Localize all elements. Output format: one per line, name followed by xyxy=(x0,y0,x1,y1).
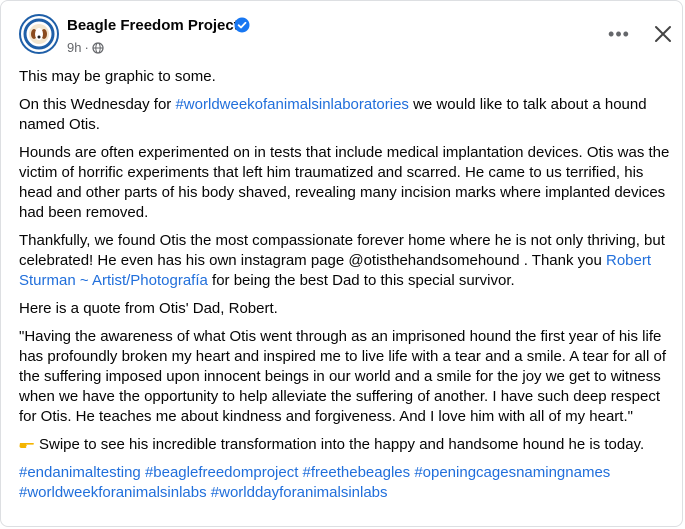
post-meta: 9h · xyxy=(67,40,104,55)
timestamp[interactable]: 9h xyxy=(67,40,81,55)
hashtag-link[interactable]: #freethebeagles xyxy=(303,464,411,481)
paragraph-2: On this Wednesday for #worldweekofanimal… xyxy=(19,95,671,135)
globe-icon xyxy=(92,41,104,54)
page-name[interactable]: Beagle Freedom Project xyxy=(67,17,239,34)
timestamp-separator: · xyxy=(84,40,89,55)
hashtag-link[interactable]: #worldweekofanimalsinlaboratories xyxy=(175,96,408,113)
hashtag-list: #endanimaltesting #beaglefreedomproject … xyxy=(19,463,671,503)
p7-text: Swipe to see his incredible transformati… xyxy=(39,436,645,453)
hashtag-link[interactable]: #worlddayforanimalsinlabs xyxy=(211,484,388,501)
paragraph-4: Thankfully, we found Otis the most compa… xyxy=(19,231,671,291)
verified-badge-icon xyxy=(234,17,250,33)
paragraph-6: "Having the awareness of what Otis went … xyxy=(19,328,667,425)
more-label: ••• xyxy=(608,23,630,44)
pointing-hand-icon xyxy=(19,443,34,448)
close-icon[interactable] xyxy=(649,20,677,48)
hashtag-link[interactable]: #worldweekforanimalsinlabs xyxy=(19,484,207,501)
paragraph-3: Hounds are often experimented on in test… xyxy=(19,144,670,221)
paragraph-1: This may be graphic to some. xyxy=(19,68,216,85)
avatar[interactable] xyxy=(19,14,59,54)
more-icon[interactable]: ••• xyxy=(603,22,635,46)
hashtag-link[interactable]: #beaglefreedomproject xyxy=(145,464,298,481)
p4-text-before: Thankfully, we found Otis the most compa… xyxy=(19,232,665,269)
p4-text-after: for being the best Dad to this special s… xyxy=(207,272,515,289)
post-card: Beagle Freedom Project 9h · ••• This may… xyxy=(0,0,683,527)
paragraph-7: Swipe to see his incredible transformati… xyxy=(19,435,671,455)
p2-text-before: On this Wednesday for xyxy=(19,96,176,113)
post-header: Beagle Freedom Project 9h · ••• xyxy=(19,14,679,58)
paragraph-5: Here is a quote from Otis' Dad, Robert. xyxy=(19,300,278,317)
hashtag-link[interactable]: #endanimaltesting xyxy=(19,464,141,481)
hashtag-link[interactable]: #openingcagesnamingnames xyxy=(414,464,610,481)
post-body: This may be graphic to some. On this Wed… xyxy=(19,67,671,503)
